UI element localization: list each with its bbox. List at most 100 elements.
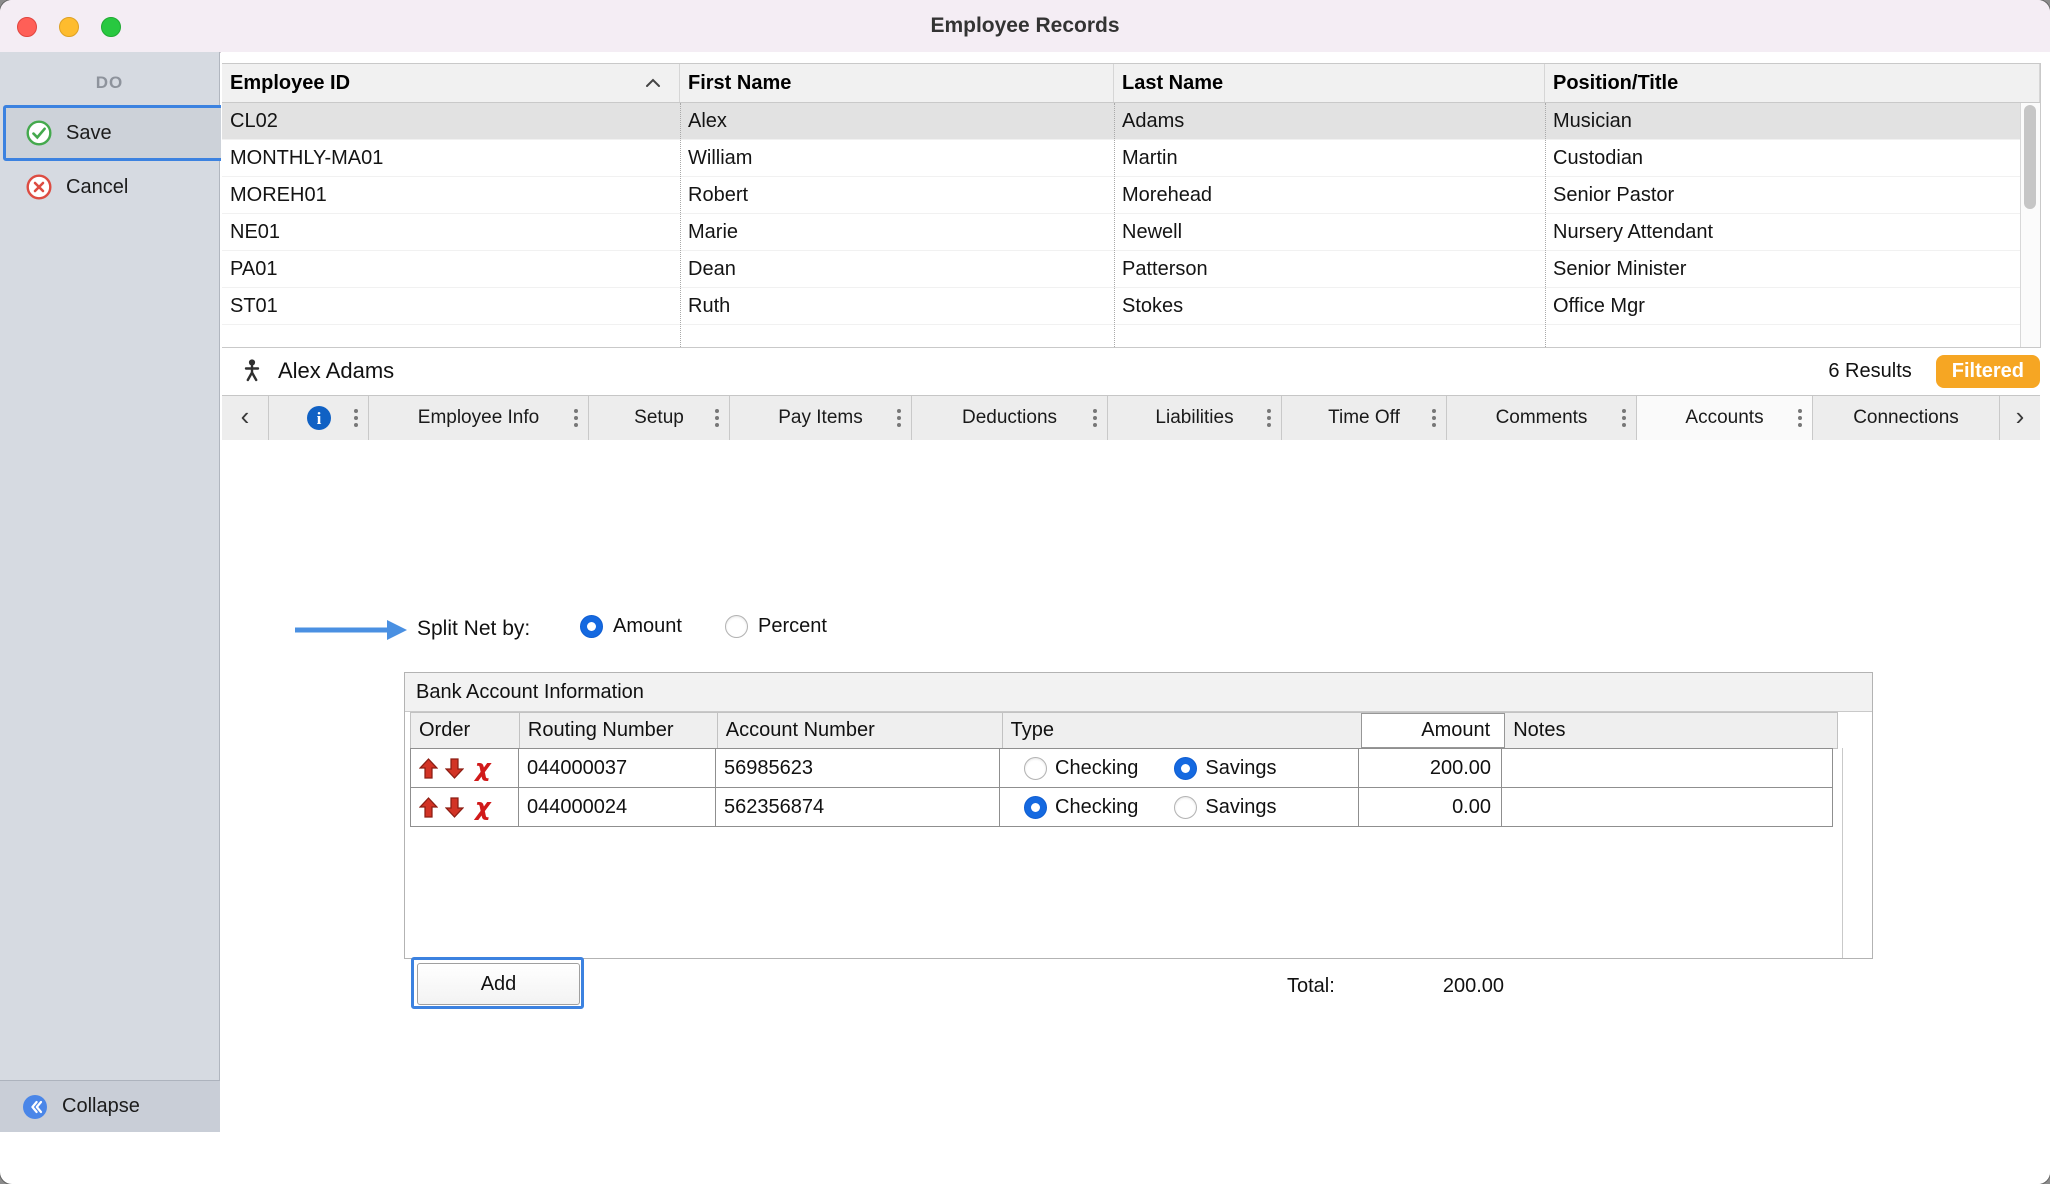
cancel-label: Cancel: [66, 176, 128, 199]
app-window: Employee Records DO Save Cancel Collapse: [0, 0, 2050, 1184]
tab-liabilities[interactable]: Liabilities: [1108, 396, 1282, 440]
tab-label: Liabilities: [1155, 407, 1233, 429]
tab-setup[interactable]: Setup: [589, 396, 730, 440]
table-row[interactable]: PA01 Dean Patterson Senior Minister: [222, 251, 2021, 288]
add-button[interactable]: Add: [417, 963, 580, 1005]
tab-menu-icon[interactable]: [1432, 409, 1436, 427]
table-row[interactable]: MOREH01 Robert Morehead Senior Pastor: [222, 177, 2021, 214]
table-row[interactable]: ST01 Ruth Stokes Office Mgr: [222, 288, 2021, 325]
notes-cell[interactable]: [1501, 748, 1833, 788]
total-value: 200.00: [1356, 975, 1504, 998]
delete-row-icon[interactable]: χ: [475, 756, 490, 780]
tab-menu-icon[interactable]: [1093, 409, 1097, 427]
cell-position: Custodian: [1545, 147, 2021, 170]
tab-menu-icon[interactable]: [354, 409, 358, 427]
tab-bar: ‹ i Employee Info Setup Pay Items Deduct…: [222, 395, 2040, 441]
column-header-label: Position/Title: [1553, 72, 1678, 95]
split-option-amount[interactable]: Amount: [580, 615, 682, 638]
cell-employee-id: NE01: [222, 221, 680, 244]
amount-cell[interactable]: 200.00: [1358, 748, 1502, 788]
amount-cell[interactable]: 0.00: [1358, 787, 1502, 827]
cell-last-name: Newell: [1114, 221, 1545, 244]
tab-connections[interactable]: Connections: [1813, 396, 2000, 440]
results-count: 6 Results: [1828, 360, 1911, 383]
tab-menu-icon[interactable]: [1267, 409, 1271, 427]
routing-number-cell[interactable]: 044000024: [518, 787, 716, 827]
double-chevron-left-icon: [22, 1094, 48, 1120]
tab-pay-items[interactable]: Pay Items: [730, 396, 912, 440]
delete-row-icon[interactable]: χ: [475, 795, 490, 819]
x-circle-icon: [26, 174, 52, 200]
column-header-position[interactable]: Position/Title: [1545, 64, 2040, 102]
move-up-icon[interactable]: [419, 797, 438, 818]
table-row[interactable]: CL02 Alex Adams Musician: [222, 103, 2021, 140]
cell-employee-id: MOREH01: [222, 184, 680, 207]
tab-menu-icon[interactable]: [1798, 409, 1802, 427]
move-down-icon[interactable]: [445, 797, 464, 818]
notes-cell[interactable]: [1501, 787, 1833, 827]
cell-last-name: Adams: [1114, 110, 1545, 133]
tab-info[interactable]: i: [269, 396, 369, 440]
tab-time-off[interactable]: Time Off: [1282, 396, 1447, 440]
split-option-percent[interactable]: Percent: [725, 615, 827, 638]
save-button[interactable]: Save: [3, 105, 237, 161]
column-header-employee-id[interactable]: Employee ID: [222, 64, 680, 102]
savings-radio[interactable]: [1174, 757, 1197, 780]
cell-first-name: Ruth: [680, 295, 1114, 318]
column-header-routing: Routing Number: [520, 713, 718, 748]
cell-first-name: Alex: [680, 110, 1114, 133]
cell-position: Senior Pastor: [1545, 184, 2021, 207]
account-number-cell[interactable]: 56985623: [715, 748, 1000, 788]
cell-first-name: Marie: [680, 221, 1114, 244]
tab-menu-icon[interactable]: [897, 409, 901, 427]
cancel-button[interactable]: Cancel: [6, 167, 234, 207]
routing-number-cell[interactable]: 044000037: [518, 748, 716, 788]
scrollbar-thumb[interactable]: [2024, 105, 2036, 209]
checking-label: Checking: [1055, 796, 1138, 819]
table-row[interactable]: MONTHLY-MA01 William Martin Custodian: [222, 140, 2021, 177]
table-row[interactable]: NE01 Marie Newell Nursery Attendant: [222, 214, 2021, 251]
cell-employee-id: ST01: [222, 295, 680, 318]
type-cell: Checking Savings: [999, 787, 1359, 827]
column-header-first-name[interactable]: First Name: [680, 64, 1114, 102]
column-header-notes: Notes: [1505, 713, 1837, 748]
bank-account-groupbox: Bank Account Information Order Routing N…: [404, 672, 1873, 959]
column-header-last-name[interactable]: Last Name: [1114, 64, 1545, 102]
column-divider: [1114, 103, 1115, 347]
checking-radio[interactable]: [1024, 796, 1047, 819]
checking-radio[interactable]: [1024, 757, 1047, 780]
move-up-icon[interactable]: [419, 758, 438, 779]
column-divider: [680, 103, 681, 347]
tab-menu-icon[interactable]: [574, 409, 578, 427]
tab-label: Connections: [1853, 407, 1959, 429]
save-label: Save: [66, 122, 112, 145]
tab-accounts[interactable]: Accounts: [1637, 396, 1813, 440]
tab-menu-icon[interactable]: [715, 409, 719, 427]
split-option-label: Percent: [758, 615, 827, 638]
order-cell: χ: [410, 748, 519, 788]
tab-comments[interactable]: Comments: [1447, 396, 1637, 440]
employee-table-header: Employee ID First Name Last Name Positio…: [222, 64, 2040, 103]
savings-radio[interactable]: [1174, 796, 1197, 819]
collapse-button[interactable]: Collapse: [0, 1080, 220, 1132]
tab-employee-info[interactable]: Employee Info: [369, 396, 589, 440]
cell-last-name: Stokes: [1114, 295, 1545, 318]
move-down-icon[interactable]: [445, 758, 464, 779]
vertical-scrollbar[interactable]: [2020, 103, 2040, 347]
tab-label: Accounts: [1685, 407, 1763, 429]
column-header-type: Type: [1003, 713, 1363, 748]
column-header-label: Routing Number: [528, 719, 674, 742]
tab-scroll-left-button[interactable]: ‹: [222, 396, 269, 440]
record-bar: Alex Adams 6 Results Filtered: [222, 350, 2040, 392]
cell-last-name: Morehead: [1114, 184, 1545, 207]
tab-scroll-right-button[interactable]: ›: [2000, 396, 2040, 440]
radio-icon[interactable]: [725, 615, 748, 638]
account-number-cell[interactable]: 562356874: [715, 787, 1000, 827]
column-header-label: First Name: [688, 72, 791, 95]
tab-deductions[interactable]: Deductions: [912, 396, 1108, 440]
tab-label: Deductions: [962, 407, 1057, 429]
column-header-account: Account Number: [718, 713, 1003, 748]
tab-menu-icon[interactable]: [1622, 409, 1626, 427]
radio-icon[interactable]: [580, 615, 603, 638]
sort-ascending-icon: [645, 78, 661, 88]
